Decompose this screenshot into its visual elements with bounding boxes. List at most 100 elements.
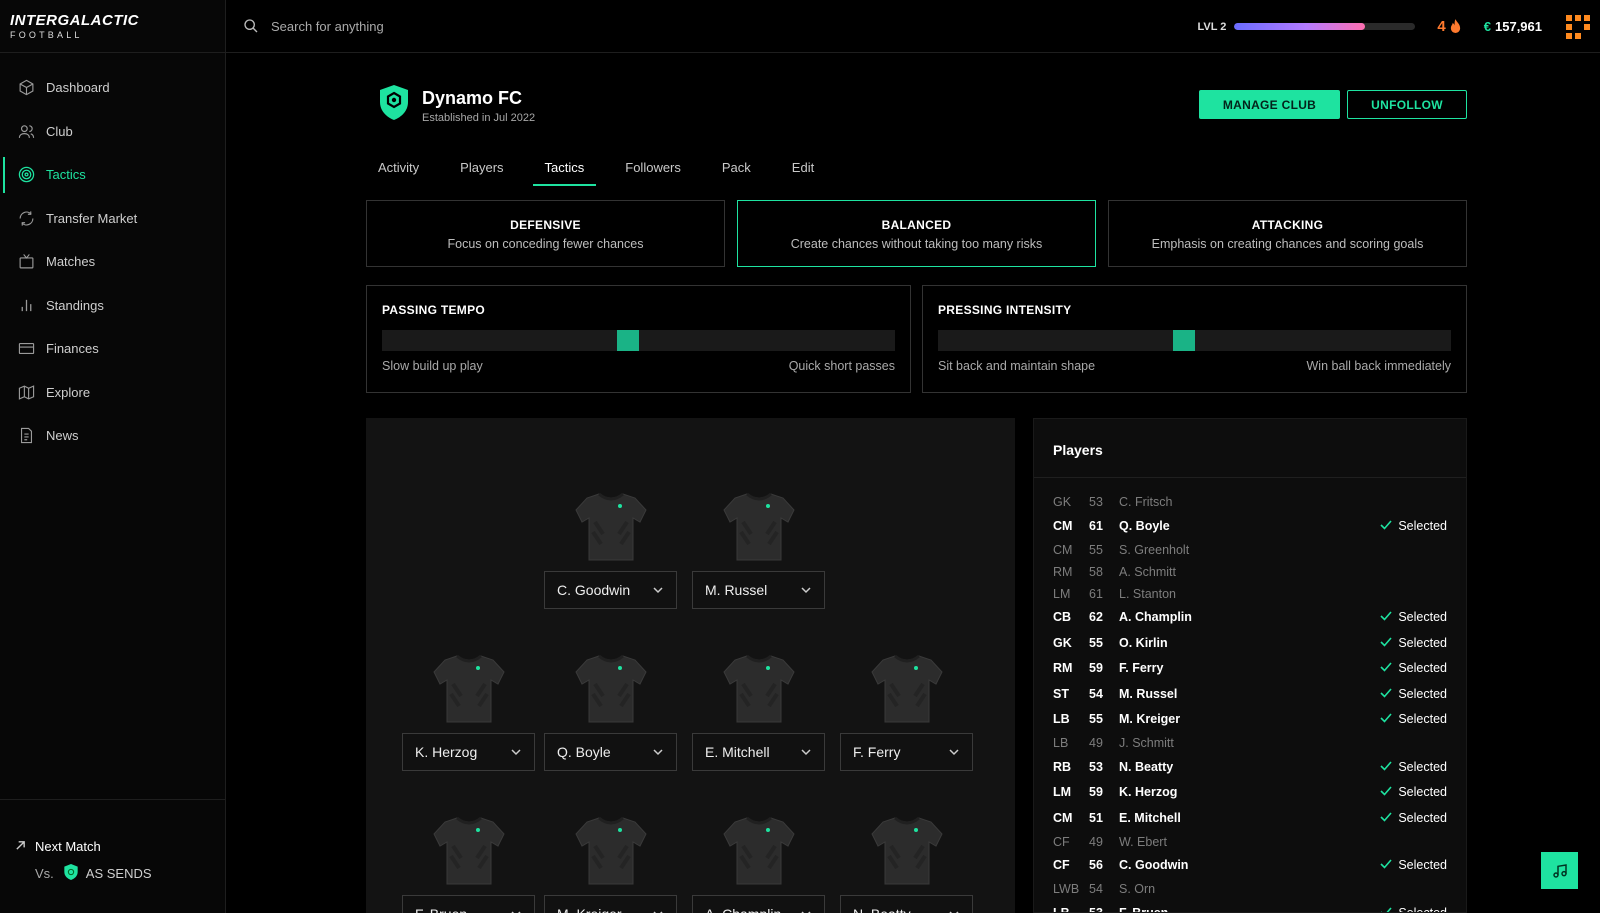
selected-label: Selected — [1398, 905, 1447, 913]
jersey-icon — [722, 492, 795, 561]
streak-value: 4 — [1437, 18, 1446, 35]
player-rating: 54 — [1089, 686, 1103, 701]
player-name: N. Beatty — [1119, 759, 1174, 774]
player-row[interactable]: LB 53 F. Bruen Selected — [1034, 900, 1466, 913]
player-select-value: Q. Boyle — [557, 744, 611, 760]
player-select-dropdown[interactable]: K. Herzog — [402, 733, 535, 771]
tab-pack[interactable]: Pack — [710, 155, 763, 186]
player-select-value: F. Bruen — [415, 906, 467, 913]
strategy-description: Emphasis on creating chances and scoring… — [1151, 237, 1424, 251]
app-logo[interactable]: INTERGALACTIC FOOTBALL — [0, 0, 225, 53]
next-match-title: Next Match — [35, 839, 101, 854]
player-select-dropdown[interactable]: M. Kreiger — [544, 895, 677, 913]
player-row[interactable]: CB 62 A. Champlin Selected — [1034, 605, 1466, 631]
search-input[interactable] — [271, 18, 571, 34]
player-position: CB — [1053, 610, 1072, 625]
player-row[interactable]: LWB 54 S. Orn — [1034, 878, 1466, 900]
check-icon — [1380, 610, 1392, 624]
coin-balance[interactable]: € 157,961 — [1484, 19, 1542, 34]
passing-tempo-slider[interactable] — [382, 330, 895, 351]
check-icon — [1380, 906, 1392, 912]
player-name: C. Fritsch — [1119, 495, 1173, 509]
player-rating: 49 — [1089, 834, 1103, 849]
player-select-dropdown[interactable]: Q. Boyle — [544, 733, 677, 771]
player-row[interactable]: ST 54 M. Russel Selected — [1034, 681, 1466, 707]
player-row[interactable]: RM 59 F. Ferry Selected — [1034, 656, 1466, 682]
player-select-dropdown[interactable]: C. Goodwin — [544, 571, 677, 609]
tab-players[interactable]: Players — [448, 155, 515, 186]
player-row[interactable]: GK 53 C. Fritsch — [1034, 491, 1466, 513]
strategy-description: Focus on conceding fewer chances — [447, 237, 644, 251]
sidebar-item-finances[interactable]: Finances — [0, 327, 225, 371]
strategy-balanced[interactable]: BALANCED Create chances without taking t… — [737, 200, 1096, 267]
credit-card-icon — [17, 340, 35, 358]
sidebar-item-club[interactable]: Club — [0, 110, 225, 154]
sidebar-item-explore[interactable]: Explore — [0, 371, 225, 415]
coin-value: 157,961 — [1495, 19, 1542, 34]
tab-followers[interactable]: Followers — [613, 155, 693, 186]
slider-max-label: Win ball back immediately — [1306, 359, 1452, 373]
player-row[interactable]: LB 55 M. Kreiger Selected — [1034, 707, 1466, 733]
player-row[interactable]: CM 51 E. Mitchell Selected — [1034, 805, 1466, 831]
player-row[interactable]: RB 53 N. Beatty Selected — [1034, 754, 1466, 780]
player-name: F. Bruen — [1119, 905, 1169, 913]
player-select-dropdown[interactable]: F. Ferry — [840, 733, 973, 771]
player-name: F. Ferry — [1119, 661, 1164, 676]
selected-status: Selected — [1380, 687, 1447, 701]
sidebar-item-transfer-market[interactable]: Transfer Market — [0, 197, 225, 241]
player-position: LWB — [1053, 882, 1080, 896]
formation-slot: F. Ferry — [840, 650, 973, 771]
vs-label: Vs. — [35, 866, 54, 881]
sidebar-item-label: Matches — [46, 254, 96, 270]
manage-club-button[interactable]: MANAGE CLUB — [1199, 90, 1340, 119]
player-position: CM — [1053, 810, 1073, 825]
club-name: Dynamo FC — [422, 87, 523, 108]
pressing-intensity-card: PRESSING INTENSITY Sit back and maintain… — [922, 285, 1467, 393]
slider-handle[interactable] — [617, 330, 640, 351]
player-row[interactable]: LB 49 J. Schmitt — [1034, 732, 1466, 754]
pressing-intensity-slider[interactable] — [938, 330, 1451, 351]
sidebar-item-matches[interactable]: Matches — [0, 240, 225, 284]
player-select-dropdown[interactable]: F. Bruen — [402, 895, 535, 913]
player-row[interactable]: CF 49 W. Ebert — [1034, 831, 1466, 853]
club-tabs: Activity Players Tactics Followers Pack … — [366, 155, 843, 186]
formation-slot: N. Beatty — [840, 812, 973, 913]
slider-labels: Sit back and maintain shape Win ball bac… — [938, 359, 1451, 373]
chevron-down-icon — [801, 587, 811, 594]
player-row[interactable]: LM 59 K. Herzog Selected — [1034, 780, 1466, 806]
grid-logo-icon[interactable] — [1564, 13, 1592, 41]
tab-tactics[interactable]: Tactics — [532, 155, 597, 186]
player-rating: 59 — [1089, 785, 1103, 800]
selected-label: Selected — [1398, 518, 1447, 533]
player-row[interactable]: GK 55 O. Kirlin Selected — [1034, 630, 1466, 656]
player-row[interactable]: CM 61 Q. Boyle Selected — [1034, 513, 1466, 539]
strategy-attacking[interactable]: ATTACKING Emphasis on creating chances a… — [1108, 200, 1467, 267]
unfollow-button[interactable]: UNFOLLOW — [1347, 90, 1467, 119]
sidebar-item-label: Dashboard — [46, 80, 110, 96]
tab-activity[interactable]: Activity — [366, 155, 431, 186]
slider-max-label: Quick short passes — [788, 359, 895, 373]
tab-edit[interactable]: Edit — [780, 155, 826, 186]
next-match[interactable]: Next Match Vs. AS SENDS — [0, 799, 225, 913]
sidebar-item-label: Tactics — [46, 167, 86, 183]
sidebar-item-tactics[interactable]: Tactics — [0, 153, 225, 197]
slider-handle[interactable] — [1173, 330, 1196, 351]
player-select-dropdown[interactable]: E. Mitchell — [692, 733, 825, 771]
sidebar-item-news[interactable]: News — [0, 414, 225, 458]
sidebar-item-dashboard[interactable]: Dashboard — [0, 66, 225, 110]
player-row[interactable]: LM 61 L. Stanton — [1034, 583, 1466, 605]
strategy-title: DEFENSIVE — [510, 218, 581, 232]
music-button[interactable] — [1541, 852, 1578, 889]
streak-counter[interactable]: 4 — [1437, 18, 1461, 35]
player-row[interactable]: CF 56 C. Goodwin Selected — [1034, 853, 1466, 879]
sidebar-item-standings[interactable]: Standings — [0, 284, 225, 328]
player-rating: 54 — [1089, 882, 1103, 896]
player-rating: 49 — [1089, 736, 1103, 750]
player-row[interactable]: RM 58 A. Schmitt — [1034, 561, 1466, 583]
player-select-dropdown[interactable]: N. Beatty — [840, 895, 973, 913]
player-row[interactable]: CM 55 S. Greenholt — [1034, 539, 1466, 561]
player-select-dropdown[interactable]: M. Russel — [692, 571, 825, 609]
slider-title: PRESSING INTENSITY — [938, 303, 1072, 317]
player-select-dropdown[interactable]: A. Champlin — [692, 895, 825, 913]
strategy-defensive[interactable]: DEFENSIVE Focus on conceding fewer chanc… — [366, 200, 725, 267]
